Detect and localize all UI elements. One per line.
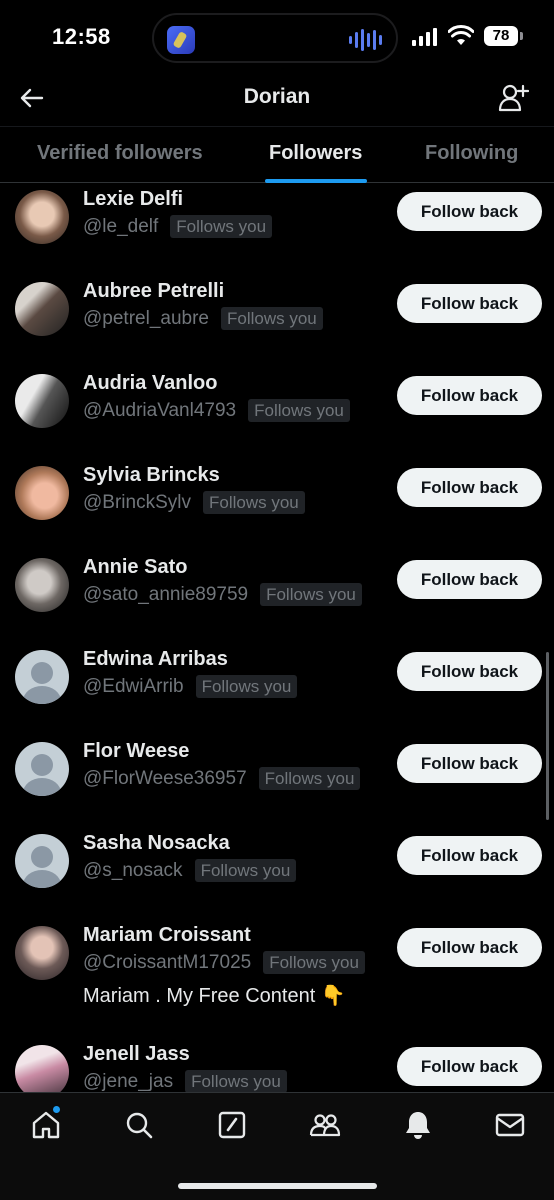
- search-icon[interactable]: [123, 1109, 155, 1141]
- follow-back-button[interactable]: Follow back: [397, 560, 542, 599]
- user-handle: @AudriaVanl4793: [83, 399, 237, 421]
- page-title: Dorian: [243, 85, 311, 108]
- scrollbar[interactable]: [546, 652, 549, 820]
- communities-icon[interactable]: [309, 1109, 341, 1141]
- tab-following[interactable]: Following: [425, 142, 518, 165]
- tab-verified-followers[interactable]: Verified followers: [37, 142, 203, 165]
- user-handle: @FlorWeese36957: [83, 767, 247, 789]
- default-avatar-icon[interactable]: [15, 742, 69, 796]
- follows-you-badge: Follows you: [248, 399, 350, 422]
- avatar[interactable]: [15, 466, 69, 520]
- avatar[interactable]: [15, 190, 69, 244]
- user-name[interactable]: Sylvia Brincks: [83, 464, 220, 487]
- follow-back-button[interactable]: Follow back: [397, 284, 542, 323]
- compose-icon[interactable]: [216, 1109, 248, 1141]
- app-icon: [167, 26, 195, 54]
- avatar[interactable]: [15, 374, 69, 428]
- follows-you-badge: Follows you: [202, 491, 305, 514]
- audio-wave-icon: [349, 28, 382, 52]
- status-time: 12:58: [52, 24, 111, 49]
- dynamic-island[interactable]: [152, 13, 398, 63]
- user-handle: @petrel_aubre: [83, 307, 209, 329]
- add-user-icon[interactable]: [497, 82, 529, 114]
- header: Dorian: [0, 76, 554, 122]
- user-name[interactable]: Audria Vanloo: [83, 372, 217, 395]
- signal-icon: [412, 28, 437, 46]
- user-name[interactable]: Aubree Petrelli: [83, 280, 224, 303]
- status-bar: 12:58 78: [0, 0, 554, 76]
- notifications-icon[interactable]: [402, 1109, 434, 1141]
- follows-you-badge: Follows you: [260, 583, 362, 606]
- default-avatar-icon[interactable]: [15, 650, 69, 704]
- avatar[interactable]: [15, 282, 69, 336]
- avatar[interactable]: [15, 926, 69, 980]
- tab-bar: Verified followers Followers Following: [0, 126, 554, 183]
- user-handle: @BrinckSylv: [83, 491, 191, 513]
- home-indicator[interactable]: [178, 1183, 377, 1189]
- follows-you-badge: Follows you: [258, 767, 361, 790]
- default-avatar-icon[interactable]: [15, 834, 69, 888]
- user-handle: @le_delf: [83, 215, 159, 237]
- user-name[interactable]: Lexie Delfi: [83, 188, 183, 211]
- follow-back-button[interactable]: Follow back: [397, 836, 542, 875]
- avatar[interactable]: [15, 558, 69, 612]
- follow-back-button[interactable]: Follow back: [397, 192, 542, 231]
- user-handle: @sato_annie89759: [83, 583, 249, 605]
- messages-icon[interactable]: [494, 1109, 526, 1141]
- follow-back-button[interactable]: Follow back: [397, 468, 542, 507]
- wifi-icon: [448, 25, 474, 45]
- user-handle: @EdwiArrib: [83, 675, 184, 697]
- follow-back-button[interactable]: Follow back: [397, 376, 542, 415]
- user-name[interactable]: Edwina Arribas: [83, 648, 228, 671]
- follow-back-button[interactable]: Follow back: [397, 1047, 542, 1086]
- follows-you-badge: Follows you: [195, 675, 298, 698]
- follows-you-badge: Follows you: [194, 859, 297, 882]
- user-handle: @s_nosack: [83, 859, 183, 881]
- follows-you-badge: Follows you: [263, 951, 365, 974]
- user-name[interactable]: Mariam Croissant: [83, 924, 251, 947]
- follows-you-badge: Follows you: [220, 307, 323, 330]
- battery-level: 78: [484, 26, 518, 46]
- user-name[interactable]: Annie Sato: [83, 556, 187, 579]
- follow-back-button[interactable]: Follow back: [397, 928, 542, 967]
- active-tab-indicator: [265, 179, 367, 183]
- follows-you-badge: Follows you: [170, 215, 273, 238]
- follows-you-badge: Follows you: [185, 1070, 287, 1092]
- user-name[interactable]: Jenell Jass: [83, 1043, 190, 1066]
- follow-back-button[interactable]: Follow back: [397, 744, 542, 783]
- avatar[interactable]: [15, 1045, 69, 1092]
- tab-followers[interactable]: Followers: [269, 142, 362, 165]
- user-handle: @CroissantM17025: [83, 951, 252, 973]
- user-name[interactable]: Sasha Nosacka: [83, 832, 230, 855]
- battery-icon: [520, 32, 523, 40]
- follow-back-button[interactable]: Follow back: [397, 652, 542, 691]
- user-bio: Mariam . My Free Content 👇: [83, 985, 346, 1007]
- user-handle: @jene_jas: [83, 1070, 174, 1092]
- followers-list[interactable]: Lexie Delfi @le_delf Follows you Follow …: [0, 184, 554, 1092]
- user-name[interactable]: Flor Weese: [83, 740, 189, 763]
- home-notification-dot: [52, 1105, 61, 1114]
